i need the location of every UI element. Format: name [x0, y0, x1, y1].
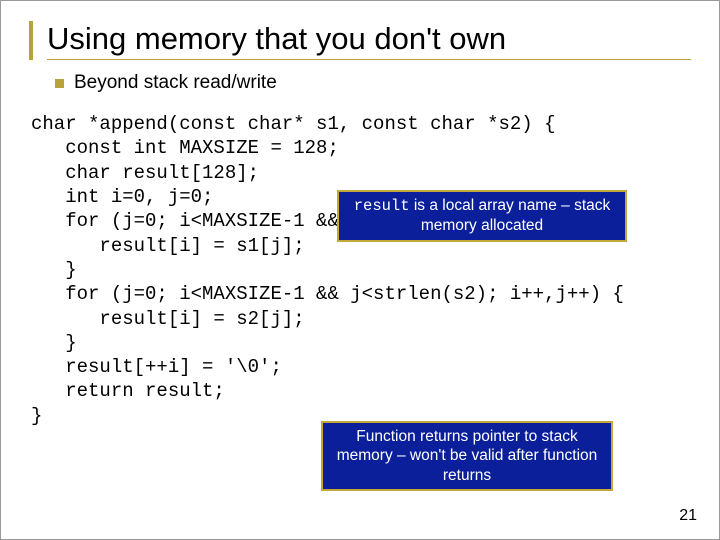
subtitle-text: Beyond stack read/write — [74, 72, 277, 94]
callout-result-local: result is a local array name – stack mem… — [337, 190, 627, 242]
callout-text-1: is a local array name – stack memory all… — [410, 197, 611, 234]
subtitle-row: Beyond stack read/write — [55, 72, 691, 94]
bullet-icon — [55, 79, 64, 88]
title-block: Using memory that you don't own — [29, 21, 691, 60]
callout-mono: result — [354, 197, 410, 215]
page-number: 21 — [679, 507, 697, 525]
code-block: char *append(const char* s1, const char … — [31, 112, 691, 428]
slide-title: Using memory that you don't own — [47, 21, 691, 60]
slide: Using memory that you don't own Beyond s… — [0, 0, 720, 540]
callout-return-stack: Function returns pointer to stack memory… — [321, 421, 613, 491]
